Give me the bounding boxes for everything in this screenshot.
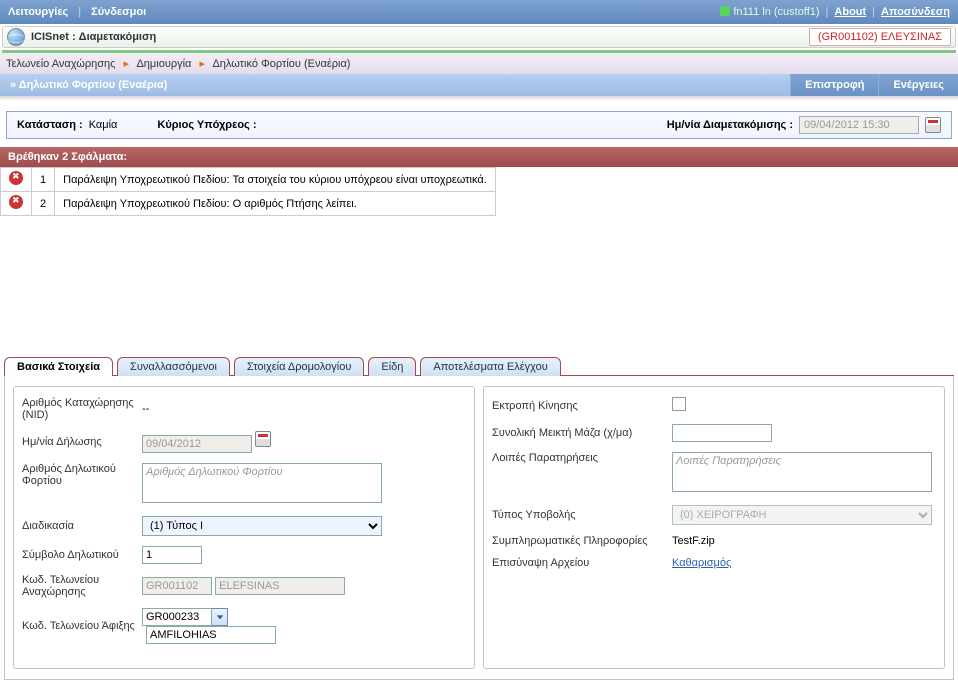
departure-code-input (142, 577, 212, 595)
crumb-1[interactable]: Τελωνείο Αναχώρησης (6, 58, 115, 70)
error-row: 2 Παράλειψη Υποχρεωτικού Πεδίου: Ο αριθμ… (1, 192, 496, 216)
submission-type-label: Τύπος Υποβολής (492, 509, 672, 521)
page-title-band: » Δηλωτικό Φορτίου (Εναέρια) Επιστροφή Ε… (0, 74, 958, 96)
arrival-code-input[interactable] (142, 608, 212, 626)
calendar-icon[interactable] (925, 117, 941, 133)
tab-check-results[interactable]: Αποτελέσματα Ελέγχου (420, 357, 560, 376)
left-panel: Αριθμός Καταχώρησης (NID) -- Ημ/νία Δήλω… (13, 386, 475, 669)
error-message: Παράλειψη Υποχρεωτικού Πεδίου: Ο αριθμός… (55, 192, 496, 216)
error-icon (9, 195, 23, 209)
declaration-number-input[interactable] (142, 463, 382, 503)
user-online-icon (720, 6, 730, 16)
app-line: ICISnet : Διαμετακόμιση (GR001102) ΕΛΕΥΣ… (2, 26, 956, 48)
error-row: 1 Παράλειψη Υποχρεωτικού Πεδίου: Τα στοι… (1, 168, 496, 192)
crumb-2[interactable]: Δημιουργία (136, 58, 191, 70)
menu-separator: | (72, 6, 87, 18)
page-title: » Δηλωτικό Φορτίου (Εναέρια) (0, 74, 177, 96)
crumb-3[interactable]: Δηλωτικό Φορτίου (Εναέρια) (212, 58, 350, 70)
departure-name-input (215, 577, 345, 595)
arrival-name-input[interactable] (146, 626, 276, 644)
status-value: Καμία (89, 119, 118, 131)
declaration-number-label: Αριθμός Δηλωτικού Φορτίου (22, 463, 142, 487)
arrival-code-label: Κωδ. Τελωνείου Άφιξης (22, 620, 142, 632)
nid-value: -- (142, 403, 466, 415)
crumb-sep: ▸ (118, 58, 134, 70)
shadow (0, 96, 958, 101)
symbol-label: Σύμβολο Δηλωτικού (22, 549, 142, 561)
crumb-sep: ▸ (194, 58, 210, 70)
tab-bar: Βασικά Στοιχεία Συναλλασσόμενοι Στοιχεία… (4, 356, 954, 376)
top-menu-bar: Λειτουργίες | Σύνδεσμοι fn111 ln (custof… (0, 0, 958, 24)
tab-routing[interactable]: Στοιχεία Δρομολογίου (234, 357, 364, 376)
separator: | (872, 6, 875, 18)
chevron-down-icon[interactable] (212, 608, 228, 626)
separator: | (826, 6, 829, 18)
tab-basic-info[interactable]: Βασικά Στοιχεία (4, 357, 113, 376)
about-link[interactable]: About (834, 6, 866, 18)
user-name: fn111 ln (custoff1) (733, 6, 819, 18)
error-number: 1 (32, 168, 55, 192)
procedure-label: Διαδικασία (22, 520, 142, 532)
gross-mass-label: Συνολική Μεικτή Μάζα (χ/μα) (492, 427, 672, 439)
errors-header: Βρέθηκαν 2 Σφάλματα: (0, 147, 958, 167)
right-panel: Εκτροπή Κίνησης Συνολική Μεικτή Μάζα (χ/… (483, 386, 945, 669)
logout-link[interactable]: Αποσύνδεση (881, 6, 950, 18)
breadcrumb: Τελωνείο Αναχώρησης ▸ Δημιουργία ▸ Δηλωτ… (0, 53, 958, 74)
menu-functions[interactable]: Λειτουργίες (8, 6, 68, 18)
tab-parties[interactable]: Συναλλασσόμενοι (117, 357, 230, 376)
actions-button[interactable]: Ενέργειες (878, 74, 958, 96)
calendar-icon[interactable] (255, 431, 271, 447)
diversion-checkbox[interactable] (672, 397, 686, 411)
tab-items[interactable]: Είδη (368, 357, 416, 376)
nid-label: Αριθμός Καταχώρησης (NID) (22, 397, 142, 421)
departure-code-label: Κωδ. Τελωνείου Αναχώρησης (22, 574, 142, 598)
error-icon (9, 171, 23, 185)
symbol-input[interactable] (142, 546, 202, 564)
extra-info-label: Συμπληρωματικές Πληροφορίες (492, 535, 672, 547)
diversion-label: Εκτροπή Κίνησης (492, 400, 672, 412)
menu-links[interactable]: Σύνδεσμοι (91, 6, 146, 18)
attachment-label: Επισύναψη Αρχείου (492, 557, 672, 569)
errors-table: 1 Παράλειψη Υποχρεωτικού Πεδίου: Τα στοι… (0, 167, 496, 216)
tab-content: Αριθμός Καταχώρησης (NID) -- Ημ/νία Δήλω… (4, 376, 954, 680)
app-title: ICISnet : Διαμετακόμιση (31, 31, 156, 43)
notes-label: Λοιπές Παρατηρήσεις (492, 452, 672, 464)
notes-input[interactable] (672, 452, 932, 492)
transit-date-input (799, 116, 919, 134)
error-message: Παράλειψη Υποχρεωτικού Πεδίου: Τα στοιχε… (55, 168, 496, 192)
back-button[interactable]: Επιστροφή (790, 74, 878, 96)
user-indicator: fn111 ln (custoff1) (720, 6, 819, 18)
status-label: Κατάσταση : (17, 119, 83, 131)
attached-file-name: TestF.zip (672, 535, 936, 547)
clear-attachment-link[interactable]: Καθαρισμός (672, 557, 731, 569)
gross-mass-input[interactable] (672, 424, 772, 442)
procedure-select[interactable]: (1) Τύπος Ι (142, 516, 382, 536)
declaration-date-label: Ημ/νία Δήλωσης (22, 436, 142, 448)
globe-icon (7, 28, 25, 46)
declaration-date-input (142, 435, 252, 453)
submission-type-select: (0) ΧΕΙΡΟΓΡΑΦΗ (672, 505, 932, 525)
transit-date-label: Ημ/νία Διαμετακόμισης : (667, 119, 793, 131)
main-obligor-label: Κύριος Υπόχρεος : (157, 119, 256, 131)
status-box: Κατάσταση : Καμία Κύριος Υπόχρεος : Ημ/ν… (6, 111, 952, 139)
office-badge: (GR001102) ΕΛΕΥΣΙΝΑΣ (809, 28, 951, 46)
error-number: 2 (32, 192, 55, 216)
